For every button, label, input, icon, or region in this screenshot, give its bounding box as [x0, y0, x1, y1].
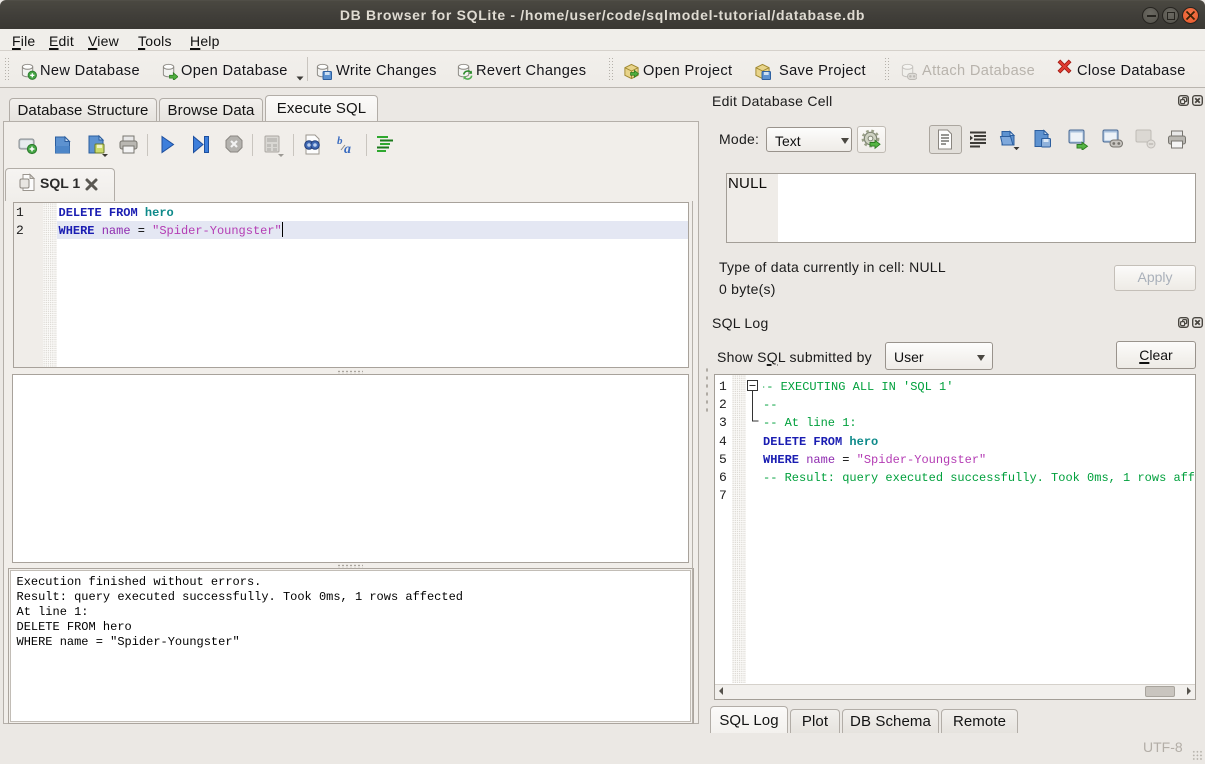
svg-text:a: a [344, 142, 351, 156]
svg-text:b: b [337, 135, 343, 147]
